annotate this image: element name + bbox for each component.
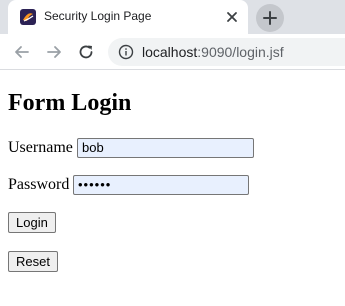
close-icon[interactable] [224, 9, 240, 25]
password-input[interactable]: •••••• [73, 175, 249, 195]
login-button[interactable]: Login [8, 212, 56, 233]
browser-toolbar: localhost:9090/login.jsf [0, 34, 345, 70]
eclipse-favicon-icon [20, 9, 36, 25]
reset-button[interactable]: Reset [8, 251, 58, 272]
address-bar[interactable]: localhost:9090/login.jsf [108, 38, 345, 66]
url-text[interactable]: localhost:9090/login.jsf [142, 44, 284, 60]
tab-title: Security Login Page [44, 9, 152, 23]
page-title: Form Login [8, 90, 132, 116]
plus-icon [263, 11, 277, 25]
back-arrow-icon[interactable] [12, 42, 32, 62]
new-tab-button[interactable] [256, 4, 284, 32]
username-input[interactable]: bob [77, 138, 254, 158]
reload-icon[interactable] [76, 42, 96, 62]
browser-tab-strip: Security Login Page [0, 0, 345, 34]
forward-arrow-icon[interactable] [44, 42, 64, 62]
info-icon[interactable] [118, 44, 134, 60]
url-path: :9090/login.jsf [197, 44, 284, 60]
browser-tab[interactable]: Security Login Page [8, 0, 248, 34]
password-label: Password [8, 176, 70, 193]
url-host: localhost [142, 44, 198, 60]
username-label: Username [8, 139, 73, 156]
